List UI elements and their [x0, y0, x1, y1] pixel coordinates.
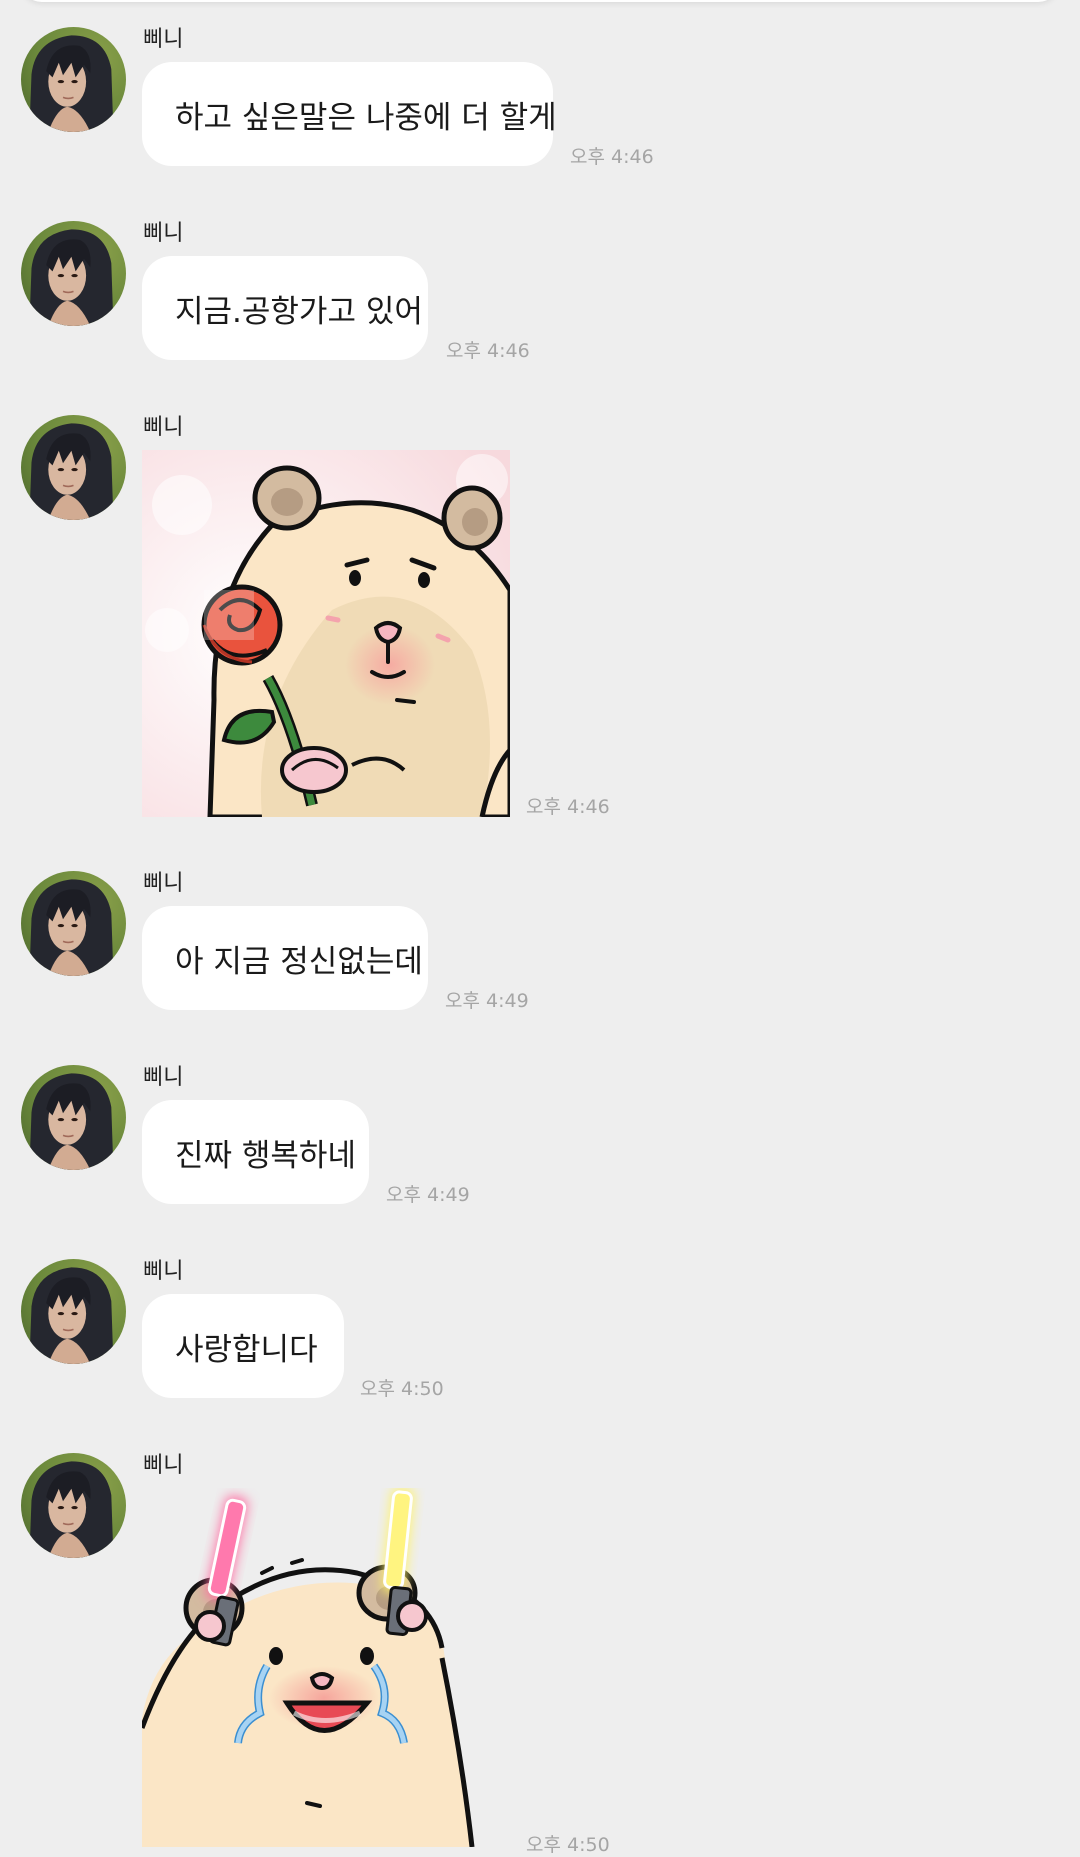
- avatar[interactable]: [21, 27, 126, 132]
- hamster-rose-sticker[interactable]: [142, 450, 510, 817]
- message-time: 오후 4:46: [526, 796, 610, 818]
- sender-name: 삐니: [143, 27, 184, 52]
- avatar[interactable]: [21, 871, 126, 976]
- sender-name: 삐니: [143, 415, 184, 440]
- sender-name: 삐니: [143, 221, 184, 246]
- sender-name: 삐니: [143, 1065, 184, 1090]
- hamster-lightsticks-crying-sticker[interactable]: [142, 1488, 510, 1847]
- avatar[interactable]: [21, 1453, 126, 1558]
- message-bubble[interactable]: 진짜 행복하네: [142, 1100, 369, 1204]
- previous-message-card: [20, 0, 1060, 2]
- message-bubble[interactable]: 사랑합니다: [142, 1294, 344, 1398]
- message-time: 오후 4:50: [360, 1378, 444, 1400]
- avatar[interactable]: [21, 1065, 126, 1170]
- avatar[interactable]: [21, 415, 126, 520]
- message-bubble[interactable]: 하고 싶은말은 나중에 더 할게: [142, 62, 557, 166]
- message-bubble[interactable]: 지금.공항가고 있어: [142, 256, 428, 360]
- sender-name: 삐니: [143, 871, 184, 896]
- message-time: 오후 4:50: [526, 1834, 610, 1856]
- avatar[interactable]: [21, 221, 126, 326]
- message-time: 오후 4:49: [445, 990, 529, 1012]
- message-bubble[interactable]: 아 지금 정신없는데: [142, 906, 428, 1010]
- sender-name: 삐니: [143, 1453, 184, 1478]
- sender-name: 삐니: [143, 1259, 184, 1284]
- avatar[interactable]: [21, 1259, 126, 1364]
- message-time: 오후 4:49: [386, 1184, 470, 1206]
- message-time: 오후 4:46: [446, 340, 530, 362]
- message-time: 오후 4:46: [570, 146, 654, 168]
